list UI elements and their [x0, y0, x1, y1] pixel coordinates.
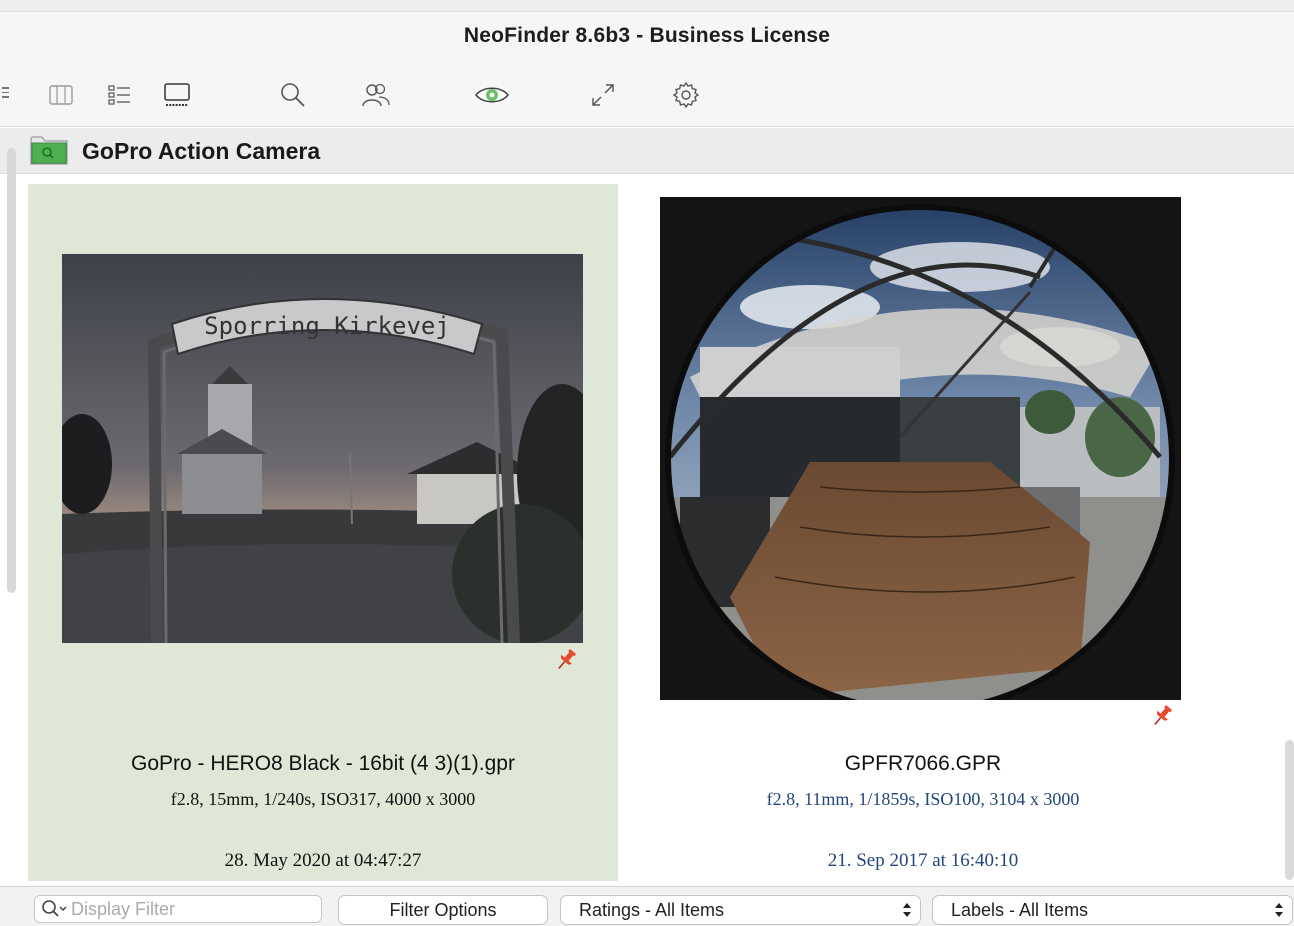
fullscreen-icon[interactable] [588, 80, 618, 110]
sidebar-toggle-handle[interactable] [2, 87, 10, 99]
folder-search-icon [30, 133, 68, 167]
folder-title: GoPro Action Camera [82, 138, 321, 164]
file-name: GoPro - HERO8 Black - 16bit (4 3)(1).gpr [131, 752, 515, 775]
filter-options-button[interactable]: Filter Options [338, 895, 548, 925]
display-filter-field[interactable] [34, 895, 322, 923]
sign-text: Sporring Kirkevej [204, 312, 450, 340]
filter-bar: Filter Options Ratings - All Items Label… [0, 886, 1294, 926]
pin-icon[interactable] [1149, 703, 1175, 729]
display-filter-input[interactable] [71, 898, 311, 920]
photo-item[interactable]: Sporring Kirkevej GoPro - HERO8 Black - … [28, 184, 618, 881]
window-title: NeoFinder 8.6b3 - Business License [463, 24, 831, 47]
labels-popup-label: Labels - All Items [951, 899, 1089, 920]
labels-popup[interactable]: Labels - All Items [932, 895, 1293, 925]
columns-view-icon[interactable] [46, 80, 76, 110]
search-menu-icon[interactable] [41, 899, 71, 919]
content-scrollbar[interactable] [1285, 740, 1294, 880]
search-icon[interactable] [278, 80, 308, 110]
updown-arrows-icon [1274, 901, 1284, 919]
list-view-icon[interactable] [104, 80, 134, 110]
gear-icon[interactable] [671, 80, 701, 110]
capture-date: 21. Sep 2017 at 16:40:10 [827, 850, 1019, 871]
toolbar: NeoFinder 8.6b3 - Business License [0, 0, 1294, 127]
exif-summary: f2.8, 11mm, 1/1859s, ISO100, 3104 x 3000 [766, 789, 1080, 809]
pin-icon[interactable] [553, 647, 579, 673]
sidebar-scrollbar[interactable] [7, 148, 16, 593]
people-icon[interactable] [361, 80, 391, 110]
photo-thumbnail[interactable]: Sporring Kirkevej [62, 254, 583, 643]
eye-icon[interactable] [474, 80, 510, 110]
photo-item[interactable]: GPFR7066.GPR f2.8, 11mm, 1/1859s, ISO100… [628, 184, 1218, 881]
folder-header: GoPro Action Camera [0, 128, 1294, 174]
capture-date: 28. May 2020 at 04:47:27 [224, 850, 422, 871]
photo-thumbnail[interactable] [660, 197, 1181, 700]
exif-summary: f2.8, 15mm, 1/240s, ISO317, 4000 x 3000 [170, 789, 476, 809]
app-window: NeoFinder 8.6b3 - Business License GoPro… [0, 0, 1294, 926]
ratings-popup[interactable]: Ratings - All Items [560, 895, 921, 925]
updown-arrows-icon [902, 901, 912, 919]
window-top-strip [0, 0, 1294, 12]
gallery-view-icon[interactable] [162, 80, 192, 110]
file-name: GPFR7066.GPR [844, 752, 1002, 775]
ratings-popup-label: Ratings - All Items [579, 899, 725, 920]
